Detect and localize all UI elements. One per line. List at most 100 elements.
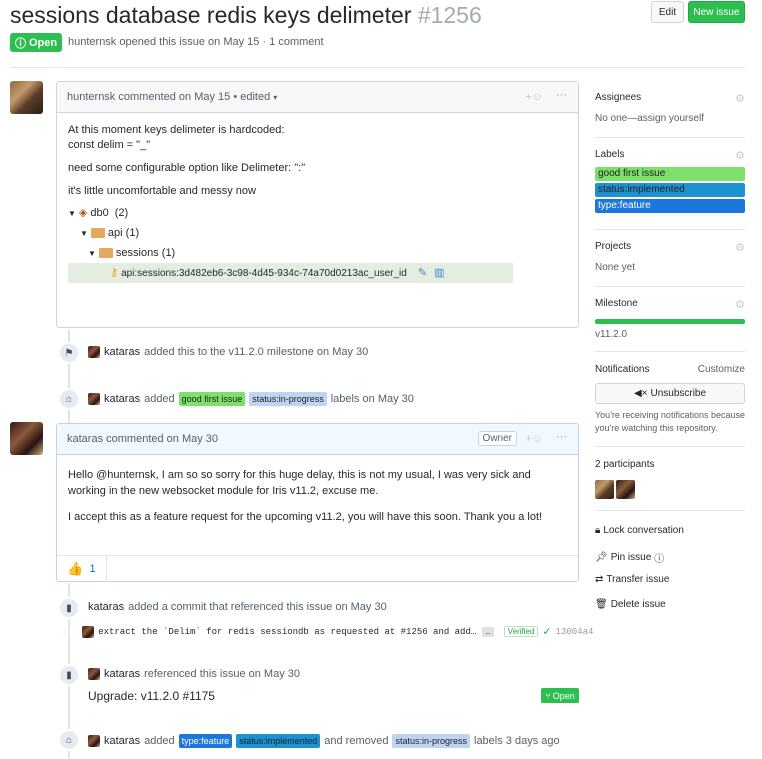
commit-message[interactable]: extract the `Delim` for redis sessiondb …	[98, 627, 476, 637]
reaction-count: 1	[89, 563, 96, 575]
referenced-issue-state: ⑂ Open	[541, 688, 579, 703]
comment-text: Hello @hunternsk, I am so so sorry for t…	[68, 469, 531, 497]
event-text: added	[144, 393, 175, 405]
gear-icon[interactable]: ⚙	[735, 298, 745, 311]
sidebar-label[interactable]: status:implemented	[595, 183, 745, 197]
unsubscribe-label: Unsubscribe	[650, 388, 707, 399]
trash-icon: ▥	[434, 266, 445, 279]
comment-body: At this moment keys delimeter is hardcod…	[57, 113, 578, 293]
label-type-feature[interactable]: type:feature	[178, 734, 233, 748]
comment-author[interactable]: kataras	[67, 433, 103, 445]
event-actor[interactable]: kataras	[88, 601, 124, 613]
comment-date[interactable]: commented on May 15 • edited	[118, 91, 270, 103]
milestone-header[interactable]: Milestone ⚙	[595, 298, 745, 311]
database-icon: ◈	[78, 206, 88, 219]
tree-sessions-label: sessions (1)	[115, 246, 176, 259]
tree-api: ▼ api (1)	[68, 223, 567, 243]
edit-button[interactable]: Edit	[651, 1, 684, 23]
avatar[interactable]	[88, 668, 100, 680]
event-text: and removed	[324, 735, 389, 747]
comment-text: it's little uncomfortable and messy now	[68, 185, 256, 197]
trash-icon: 🗑︎	[595, 599, 608, 610]
projects-header[interactable]: Projects ⚙	[595, 241, 745, 254]
reactions-bar: 👍 1	[57, 555, 578, 582]
referenced-issue-title[interactable]: Upgrade: v11.2.0 #1175	[88, 689, 215, 703]
verified-badge[interactable]: Verified	[503, 626, 539, 637]
notifications-header: Notifications Customize	[595, 364, 745, 375]
folder-icon	[90, 228, 105, 238]
comment-kataras: kataras commented on May 30 Owner +☺ ···…	[56, 423, 579, 582]
event-text: added a commit that referenced this issu…	[128, 601, 387, 613]
avatar[interactable]	[10, 81, 43, 114]
event-actor[interactable]: kataras	[104, 393, 140, 405]
event-actor[interactable]: kataras	[104, 735, 140, 747]
milestone-icon: ⚑	[58, 342, 80, 364]
sidebar-label[interactable]: type:feature	[595, 199, 745, 213]
assignees-value[interactable]: No one—assign yourself	[595, 113, 745, 124]
customize-link[interactable]: Customize	[698, 364, 745, 375]
tag-icon: ⌂	[58, 388, 80, 410]
comment-date[interactable]: commented on May 30	[106, 433, 218, 445]
avatar[interactable]	[10, 422, 43, 455]
label-status-in-progress[interactable]: status:in-progress	[392, 734, 470, 748]
expand-button[interactable]: …	[482, 626, 494, 637]
milestone-value[interactable]: v11.2.0	[595, 329, 745, 340]
chevron-down-icon[interactable]: ▾	[273, 93, 277, 102]
comment-text: I accept this as a feature request for t…	[68, 511, 543, 523]
pin-issue-link[interactable]: 📌︎ Pin issue ⓘ	[595, 550, 664, 565]
bookmark-icon: ▮	[58, 597, 80, 619]
sidebar-label[interactable]: good first issue	[595, 167, 745, 181]
sidebar-divider	[595, 510, 745, 511]
folder-icon	[98, 248, 113, 258]
avatar[interactable]	[82, 625, 95, 638]
sidebar-assignees: Assignees ⚙ No one—assign yourself	[595, 92, 745, 124]
thumbs-up-reaction[interactable]: 👍 1	[57, 556, 107, 582]
unsubscribe-button[interactable]: ◀× Unsubscribe	[595, 383, 745, 404]
tree-api-label: api (1)	[107, 226, 140, 239]
referenced-issue-state-label: Open	[552, 690, 575, 701]
labels-list: good first issue status:implemented type…	[595, 167, 745, 213]
add-reaction-icon[interactable]: +☺	[525, 433, 543, 445]
new-issue-button[interactable]: New issue	[688, 1, 745, 23]
comment-text: need some configurable option like Delim…	[68, 162, 306, 174]
tree-db-name: db0	[90, 206, 109, 219]
participants-header: 2 participants	[595, 459, 745, 470]
label-status-implemented[interactable]: status:implemented	[236, 734, 321, 748]
gear-icon[interactable]: ⚙	[735, 92, 745, 105]
avatar[interactable]	[88, 346, 100, 358]
event-actor[interactable]: kataras	[104, 668, 140, 680]
mute-icon: ◀×	[633, 388, 648, 399]
sidebar-projects: Projects ⚙ None yet	[595, 241, 745, 273]
issue-title-text: sessions database redis keys delimeter	[10, 2, 412, 28]
event-actor[interactable]: kataras	[104, 346, 140, 358]
avatar[interactable]	[88, 393, 100, 405]
gear-icon[interactable]: ⚙	[735, 241, 745, 254]
label-good-first-issue[interactable]: good first issue	[178, 392, 246, 406]
comment-author[interactable]: hunternsk	[67, 91, 115, 103]
pull-request-icon: ⑂	[545, 690, 551, 701]
add-reaction-icon[interactable]: +☺	[525, 91, 543, 103]
avatar[interactable]	[616, 480, 635, 499]
kebab-menu-icon[interactable]: ···	[556, 431, 567, 443]
label-status-in-progress[interactable]: status:in-progress	[249, 392, 327, 406]
sidebar-divider	[595, 446, 745, 447]
delete-issue-link[interactable]: 🗑︎ Delete issue	[595, 599, 666, 610]
avatar[interactable]	[595, 480, 614, 499]
issue-author-link[interactable]: hunternsk	[68, 36, 116, 48]
assignees-header[interactable]: Assignees ⚙	[595, 92, 745, 105]
comment-body: Hello @hunternsk, I am so so sorry for t…	[57, 455, 578, 543]
labels-header[interactable]: Labels ⚙	[595, 149, 745, 162]
gear-icon[interactable]: ⚙	[735, 149, 745, 162]
avatar[interactable]	[88, 735, 100, 747]
kebab-menu-icon[interactable]: ···	[556, 89, 567, 101]
commit-sha[interactable]: 13004a4	[556, 627, 594, 637]
header-divider	[10, 67, 745, 68]
issue-meta: hunternsk opened this issue on May 15 · …	[68, 36, 324, 48]
transfer-label: Transfer issue	[606, 574, 670, 585]
tree-sessions: ▼ sessions (1)	[68, 243, 567, 263]
comment-text: const delim = "_"	[68, 139, 151, 151]
transfer-issue-link[interactable]: ⇄ Transfer issue	[595, 574, 669, 585]
caret-down-icon: ▼	[80, 228, 88, 238]
sidebar-divider	[595, 229, 745, 230]
lock-conversation-link[interactable]: 🔒︎ Lock conversation	[595, 525, 684, 536]
